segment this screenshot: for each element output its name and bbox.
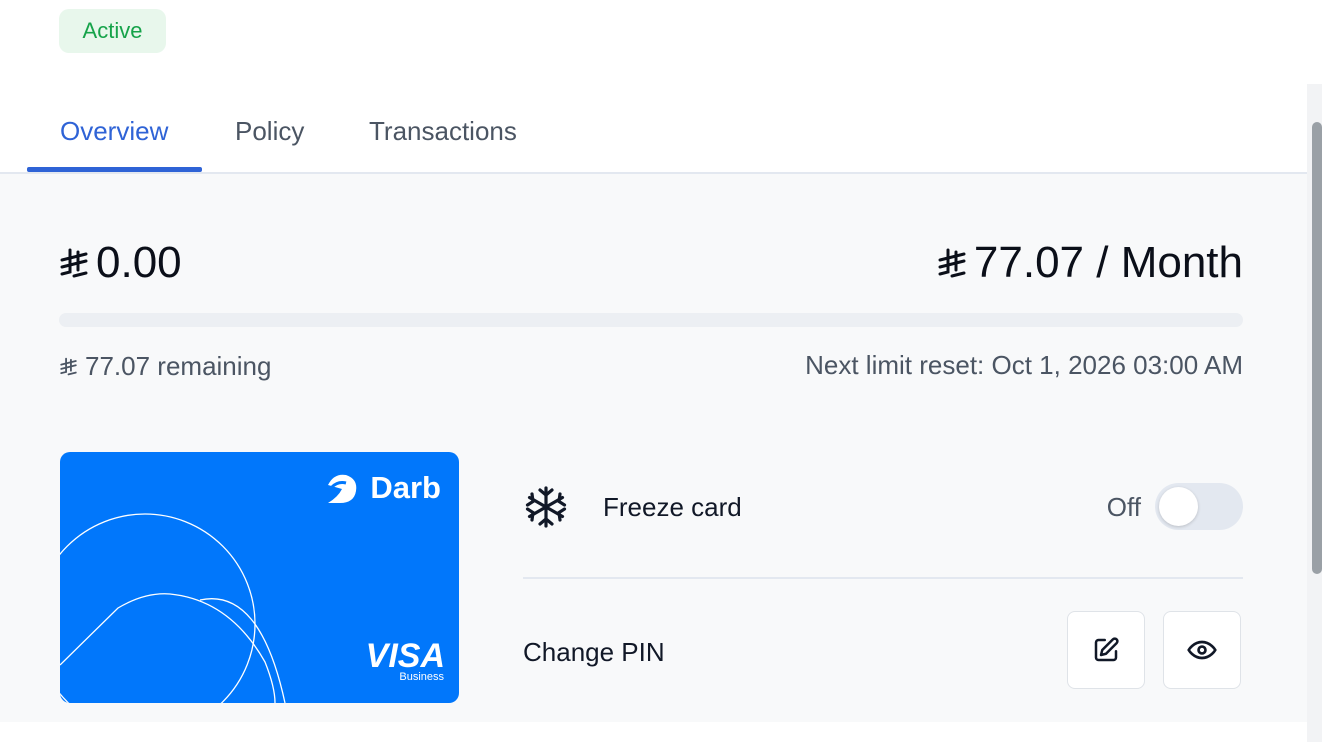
freeze-card-row: Freeze card Off	[523, 480, 1243, 534]
saudi-riyal-icon	[60, 248, 88, 278]
visa-wordmark: VISA	[365, 637, 445, 675]
saudi-riyal-icon	[938, 248, 966, 278]
spent-amount: 0.00	[60, 238, 182, 288]
eye-icon	[1187, 640, 1217, 660]
tab-bar: Overview Policy Transactions	[0, 90, 1307, 174]
tab-overview-label: Overview	[60, 115, 169, 146]
status-badge-label: Active	[82, 18, 143, 43]
remaining-value: 77.07 remaining	[85, 350, 272, 381]
tab-policy[interactable]: Policy	[235, 90, 304, 172]
card-brand-name: Darb	[370, 470, 441, 505]
edit-icon	[1094, 637, 1119, 662]
tab-overview[interactable]: Overview	[60, 90, 168, 172]
active-tab-indicator	[27, 167, 202, 172]
tab-transactions-label: Transactions	[369, 115, 517, 146]
toggle-knob	[1159, 487, 1198, 526]
limit-value: 77.07 / Month	[973, 238, 1243, 287]
edit-pin-button[interactable]	[1067, 611, 1145, 689]
scrollbar-thumb[interactable]	[1312, 122, 1322, 574]
card-image: Darb VISA Business	[60, 452, 459, 703]
next-limit-reset: Next limit reset: Oct 1, 2026 03:00 AM	[805, 350, 1243, 380]
tab-policy-label: Policy	[235, 115, 305, 146]
saudi-riyal-icon	[60, 357, 77, 375]
remaining-amount: 77.07 remaining	[60, 350, 271, 382]
spend-progress-bar	[59, 313, 1243, 327]
darb-logo-icon	[328, 474, 357, 503]
freeze-state-label: Off	[1106, 492, 1141, 522]
snowflake-icon	[525, 486, 567, 528]
divider	[523, 577, 1243, 579]
show-pin-button[interactable]	[1163, 611, 1241, 689]
status-badge: Active	[59, 9, 166, 53]
freeze-card-toggle[interactable]	[1155, 483, 1243, 530]
spent-value: 0.00	[96, 238, 182, 287]
limit-amount: 77.07 / Month	[938, 238, 1243, 288]
tab-transactions[interactable]: Transactions	[369, 90, 517, 172]
visa-logo: VISA Business	[355, 638, 445, 683]
card-brand: Darb	[324, 470, 441, 506]
change-pin-label: Change PIN	[523, 637, 665, 667]
freeze-card-label: Freeze card	[603, 492, 742, 522]
